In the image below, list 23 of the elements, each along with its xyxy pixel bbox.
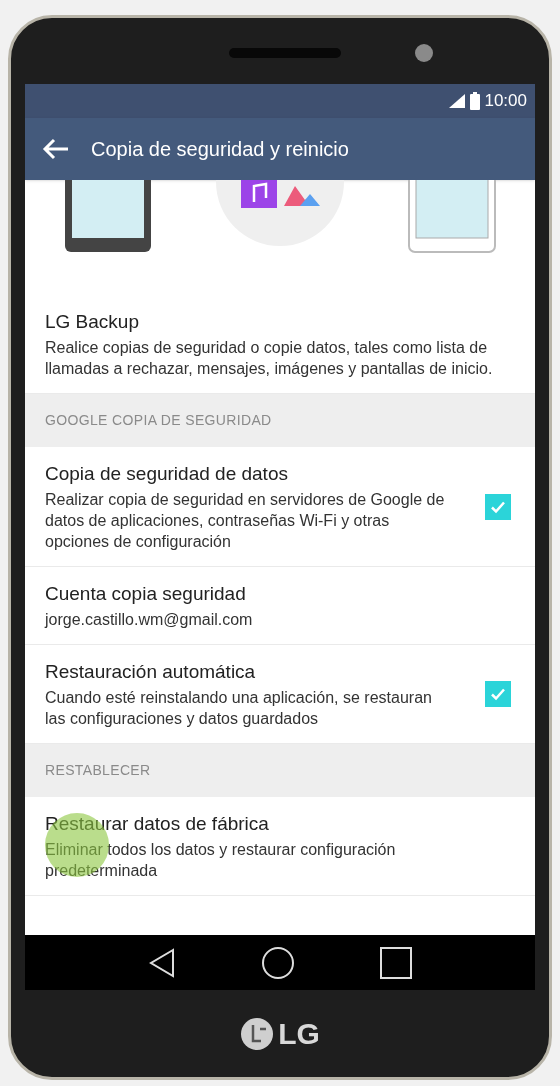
- recent-apps-icon[interactable]: [380, 946, 413, 979]
- home-icon[interactable]: [261, 945, 295, 980]
- brand-logo-icon: [240, 1016, 275, 1051]
- setting-title: Restauración automática: [45, 660, 257, 684]
- clock: 10:00: [484, 90, 527, 113]
- setting-summary: jorge.castillo.wm@gmail.com: [45, 610, 254, 630]
- brand-name: LG: [278, 1016, 320, 1052]
- setting-summary: Cuando esté reinstalando una aplicación, se restauran las configuraciones y datos guardados: [45, 688, 433, 729]
- setting-summary: Realice copias de seguridad o copie datos, tales como lista de llamadas a rechazar, mensajes, imágenes y pantallas de inicio.: [45, 338, 494, 379]
- battery-icon: [470, 92, 481, 110]
- checkbox[interactable]: [485, 493, 511, 520]
- back-icon[interactable]: [147, 946, 176, 979]
- section-header: GOOGLE COPIA DE SEGURIDAD: [25, 394, 535, 447]
- back-arrow-icon: [42, 137, 70, 161]
- setting-title: Copia de seguridad de datos: [45, 462, 289, 486]
- screen-title: Copia de seguridad y reinicio: [91, 137, 349, 162]
- camera-icon: [415, 44, 433, 62]
- setting-title: Cuenta copia seguridad: [45, 582, 247, 606]
- setting-summary: Realizar copia de seguridad en servidores de Google de datos de aplicaciones, contraseñas Wi-Fi y otras opciones de configuración: [45, 490, 445, 552]
- signal-icon: [448, 93, 467, 109]
- checkbox[interactable]: [485, 681, 511, 707]
- section-header: RESTABLECER: [25, 744, 535, 797]
- setting-title: LG Backup: [45, 310, 140, 334]
